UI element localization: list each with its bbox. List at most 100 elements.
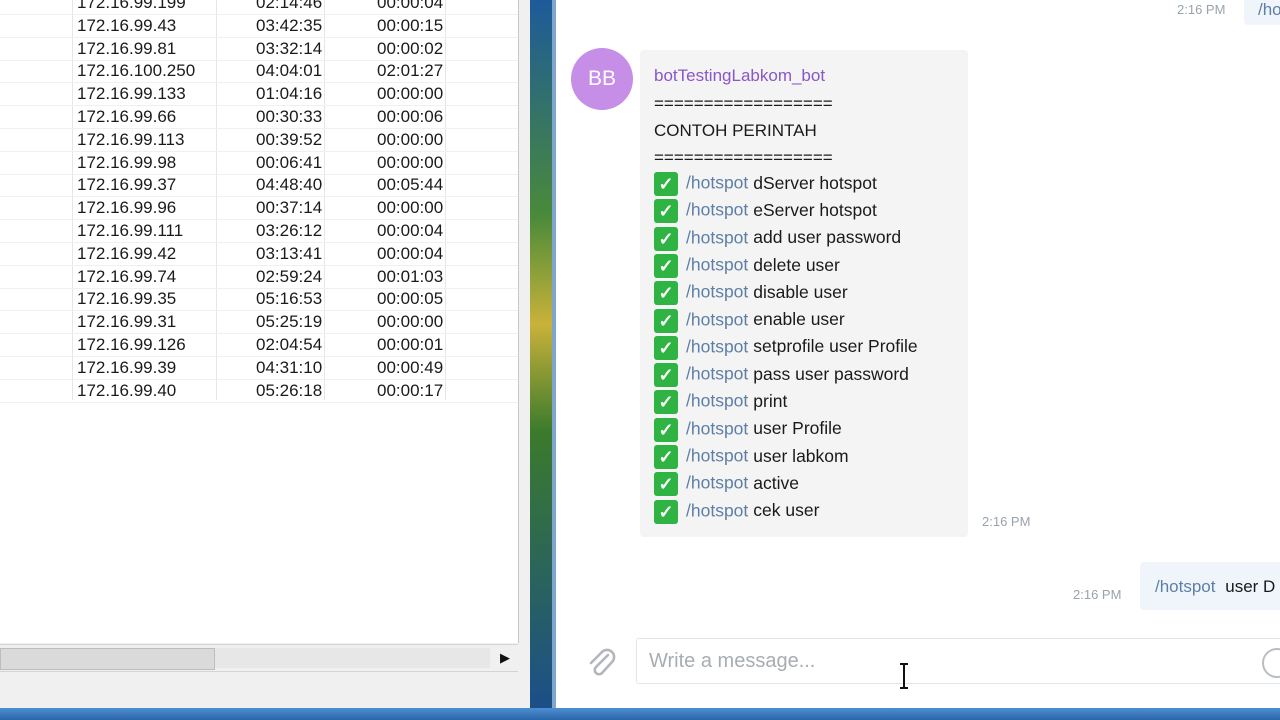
command-item: ✓ /hotspot user Profile <box>654 417 842 443</box>
ip-address-cell: 172.16.99.35 <box>77 289 177 309</box>
user-message-bubble[interactable]: /ho <box>1244 0 1280 25</box>
avatar[interactable]: BB <box>571 48 633 110</box>
row-divider <box>0 401 518 403</box>
message-input[interactable] <box>636 638 1280 684</box>
table-row[interactable]: 172.16.100.250 04:04:01 02:01:27 <box>0 59 518 82</box>
check-mark-icon: ✓ <box>654 226 678 251</box>
command-link[interactable]: /hotspot <box>686 391 748 411</box>
message-time: 2:16 PM <box>1073 587 1122 602</box>
paperclip-icon[interactable] <box>584 646 618 680</box>
uptime-cell: 03:32:14 <box>256 38 323 58</box>
uptime-cell: 03:42:35 <box>256 15 323 35</box>
table-row[interactable]: 172.16.99.74 02:59:24 00:01:03 <box>0 265 518 288</box>
table-row[interactable]: 172.16.99.35 05:16:53 00:00:05 <box>0 287 518 310</box>
command-text: print <box>753 391 788 412</box>
commands-heading: CONTOH PERINTAH <box>654 121 817 140</box>
idle-time-cell: 00:00:00 <box>377 84 444 104</box>
composer <box>556 630 1280 700</box>
check-mark-icon: ✓ <box>654 199 678 224</box>
ip-address-cell: 172.16.99.111 <box>77 221 184 240</box>
command-link[interactable]: /hotspot <box>686 364 748 384</box>
table-row[interactable]: 172.16.99.39 04:31:10 00:00:49 <box>0 356 518 379</box>
text-cursor-icon <box>900 663 908 689</box>
ip-address-cell: 172.16.99.40 <box>77 380 177 400</box>
ip-address-cell: 172.16.99.42 <box>77 243 177 263</box>
table-row[interactable]: 172.16.99.113 00:39:52 00:00:00 <box>0 128 518 151</box>
command-text: enable user <box>753 309 845 330</box>
command-link[interactable]: /hotspot <box>686 446 748 466</box>
check-mark-icon: ✓ <box>654 499 678 524</box>
table-row[interactable]: 172.16.99.37 04:48:40 00:05:44 <box>0 173 518 196</box>
uptime-cell: 02:04:54 <box>256 335 323 354</box>
check-mark-icon: ✓ <box>654 417 678 442</box>
uptime-cell: 05:25:19 <box>256 312 323 332</box>
idle-time-cell: 00:00:00 <box>377 312 444 332</box>
command-item: ✓ /hotspot print <box>654 390 787 415</box>
idle-time-cell: 00:00:01 <box>377 335 444 354</box>
check-mark-icon: ✓ <box>654 472 678 497</box>
table-row[interactable]: 172.16.99.81 03:32:14 00:00:02 <box>0 37 518 60</box>
bot-name[interactable]: botTestingLabkom_bot <box>654 66 825 86</box>
ip-address-cell: 172.16.99.96 <box>77 198 177 218</box>
table-row[interactable]: 172.16.99.126 02:04:54 00:00:01 <box>0 333 518 356</box>
ip-address-cell: 172.16.99.199 <box>77 0 186 12</box>
table-row[interactable]: 172.16.99.43 03:42:35 00:00:15 <box>0 14 518 37</box>
sessions-table: 172.16.99.199 02:14:46 00:00:04 172.16.99.4… <box>0 0 519 643</box>
table-row[interactable]: 172.16.99.31 05:25:19 00:00:00 <box>0 310 518 333</box>
uptime-cell: 00:37:14 <box>256 198 323 218</box>
idle-time-cell: 02:01:27 <box>377 61 444 81</box>
idle-time-cell: 00:00:06 <box>377 107 444 126</box>
idle-time-cell: 00:00:02 <box>377 38 444 58</box>
command-text: disable user <box>753 281 848 302</box>
scrollbar-track[interactable] <box>215 648 490 668</box>
check-mark-icon: ✓ <box>654 390 678 415</box>
command-link[interactable]: /hotspot <box>686 500 748 520</box>
table-row[interactable]: 172.16.99.133 01:04:16 00:00:00 <box>0 82 518 105</box>
command-link[interactable]: /hotspot <box>686 227 748 247</box>
command-link[interactable]: /hotspot <box>686 336 748 356</box>
table-row[interactable]: 172.16.99.111 03:26:12 00:00:04 <box>0 219 518 242</box>
ip-address-cell: 172.16.99.133 <box>77 84 186 104</box>
desktop-background <box>530 0 552 720</box>
user-message-bubble[interactable]: /hotspot user D <box>1140 562 1280 610</box>
idle-time-cell: 00:00:00 <box>377 198 444 218</box>
command-link[interactable]: /hotspot <box>686 200 748 220</box>
uptime-cell: 05:16:53 <box>256 289 323 309</box>
command-link[interactable]: /hotspot <box>1155 577 1216 596</box>
table-row[interactable]: 172.16.99.199 02:14:46 00:00:04 <box>0 0 518 14</box>
table-row[interactable]: 172.16.99.98 00:06:41 00:00:00 <box>0 151 518 174</box>
uptime-cell: 01:04:16 <box>256 84 323 104</box>
uptime-cell: 03:26:12 <box>256 221 323 240</box>
idle-time-cell: 00:00:15 <box>377 15 444 35</box>
uptime-cell: 03:13:41 <box>256 243 323 263</box>
command-item: ✓ /hotspot disable user <box>654 281 848 306</box>
uptime-cell: 02:14:46 <box>256 0 323 12</box>
uptime-cell: 00:39:52 <box>256 129 323 149</box>
chat-window: 2:16 PM /ho BB botTestingLabkom_bot ====… <box>552 0 1280 708</box>
scrollbar-thumb[interactable] <box>0 648 215 670</box>
idle-time-cell: 00:00:00 <box>377 129 444 149</box>
command-text: eServer hotspot <box>753 199 877 220</box>
table-row[interactable]: 172.16.99.96 00:37:14 00:00:00 <box>0 196 518 219</box>
command-link[interactable]: /hotspot <box>686 173 748 193</box>
command-link[interactable]: /hotspot <box>686 282 748 302</box>
command-link[interactable]: /hotspot <box>686 255 748 275</box>
scroll-right-arrow-icon[interactable]: ▶ <box>494 647 516 669</box>
ip-address-cell: 172.16.99.113 <box>77 129 185 149</box>
horizontal-scrollbar[interactable]: ▶ <box>0 644 518 672</box>
separator-line: ================== <box>654 148 833 167</box>
uptime-cell: 04:48:40 <box>256 175 323 195</box>
command-item: ✓ /hotspot eServer hotspot <box>654 199 877 224</box>
table-row[interactable]: 172.16.99.42 03:13:41 00:00:04 <box>0 242 518 265</box>
check-mark-icon: ✓ <box>654 253 678 278</box>
command-link[interactable]: /hotspot <box>686 473 748 493</box>
ip-address-cell: 172.16.99.43 <box>77 15 177 35</box>
uptime-cell: 04:04:01 <box>256 61 323 81</box>
table-row[interactable]: 172.16.99.66 00:30:33 00:00:06 <box>0 105 518 128</box>
command-link[interactable]: /hotspot <box>686 418 748 438</box>
user-message-fragment: /ho <box>1258 0 1280 19</box>
table-row[interactable]: 172.16.99.40 05:26:18 00:00:17 <box>0 379 518 402</box>
ip-address-cell: 172.16.99.126 <box>77 335 186 354</box>
command-link[interactable]: /hotspot <box>686 309 748 329</box>
command-text: active <box>753 472 799 493</box>
